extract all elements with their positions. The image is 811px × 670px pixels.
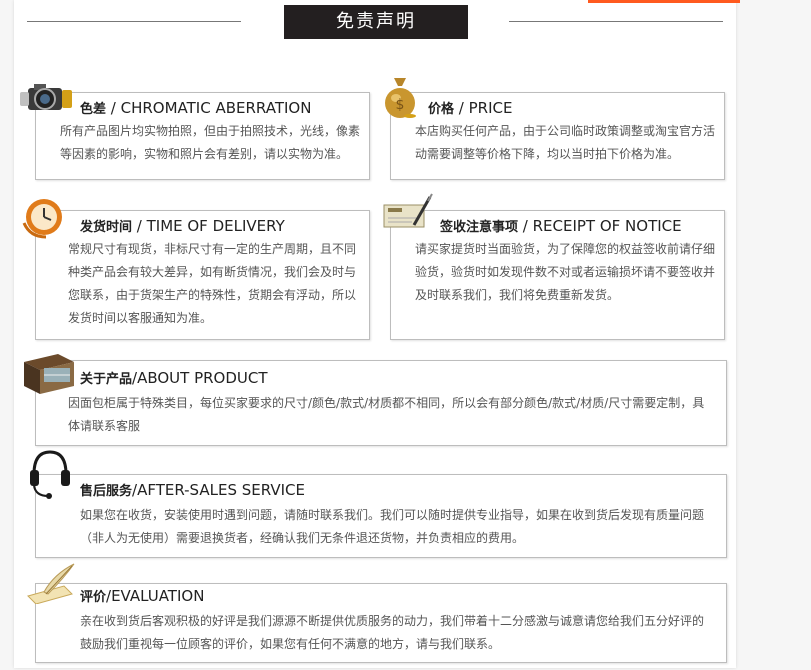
aftersales-body: 如果您在收货，安装使用时遇到问题，请随时联系我们。我们可以随时提供专业指导，如果… (80, 508, 705, 545)
aftersales-title-cn: 售后服务 (80, 484, 133, 499)
receipt-title-en: / RECEIPT OF NOTICE (518, 217, 682, 235)
aberration-heading: 色差 / CHROMATIC ABERRATION (80, 98, 311, 117)
product-body: 因面包柜属于特殊类目，每位买家要求的尺寸/颜色/款式/材质都不相同，所以会有部分… (68, 396, 705, 433)
price-title-en: / PRICE (454, 99, 513, 117)
product-title-cn: 关于产品 (80, 372, 133, 387)
receipt-title-cn: 签收注意事项 (440, 220, 519, 235)
receipt-body: 请买家提货时当面验货，为了保障您的权益签收前请仔细验货，验货时如发现件数不对或者… (415, 242, 715, 302)
aberration-title-en: / CHROMATIC ABERRATION (106, 99, 312, 117)
headset-icon (30, 450, 70, 499)
price-heading: 价格 / PRICE (428, 98, 512, 117)
display-cabinet-icon (24, 354, 74, 394)
camera-icon (20, 84, 72, 110)
quill-scroll-icon (27, 563, 75, 604)
product-title-en: /ABOUT PRODUCT (132, 369, 268, 387)
delivery-heading: 发货时间 / TIME OF DELIVERY (80, 216, 285, 235)
page-title: 免责声明 (284, 5, 468, 39)
aberration-body: 所有产品图片均实物拍照，但由于拍照技术，光线，像素等因素的影响，实物和照片会有差… (60, 124, 360, 161)
clock-icon (22, 199, 62, 239)
title-rule-left (27, 21, 241, 22)
aberration-title-cn: 色差 (80, 102, 107, 117)
receipt-heading: 签收注意事项 / RECEIPT OF NOTICE (440, 216, 682, 235)
evaluation-body: 亲在收到货后客观积极的好评是我们源源不断提供优质服务的动力，我们带着十二分感激与… (80, 614, 705, 651)
cheque-icon (383, 193, 433, 228)
delivery-body: 常规尺寸有现货，非标尺寸有一定的生产周期，且不同种类产品会有较大差异，如有断货情… (68, 242, 357, 325)
title-rule-right (509, 21, 723, 22)
delivery-title-cn: 发货时间 (80, 220, 133, 235)
evaluation-title-en: /EVALUATION (106, 587, 205, 605)
evaluation-heading: 评价/EVALUATION (80, 586, 204, 605)
delivery-title-en: / TIME OF DELIVERY (132, 217, 285, 235)
aftersales-heading: 售后服务/AFTER-SALES SERVICE (80, 480, 305, 499)
svg-text:$: $ (396, 97, 405, 113)
price-title-cn: 价格 (428, 102, 455, 117)
evaluation-title-cn: 评价 (80, 590, 107, 605)
aftersales-title-en: /AFTER-SALES SERVICE (132, 481, 305, 499)
price-body: 本店购买任何产品，由于公司临时政策调整或淘宝官方活动需要调整等价格下降，均以当时… (415, 124, 715, 161)
top-accent-bar (588, 0, 740, 3)
product-heading: 关于产品/ABOUT PRODUCT (80, 368, 268, 387)
money-bag-icon: $ (385, 78, 416, 118)
